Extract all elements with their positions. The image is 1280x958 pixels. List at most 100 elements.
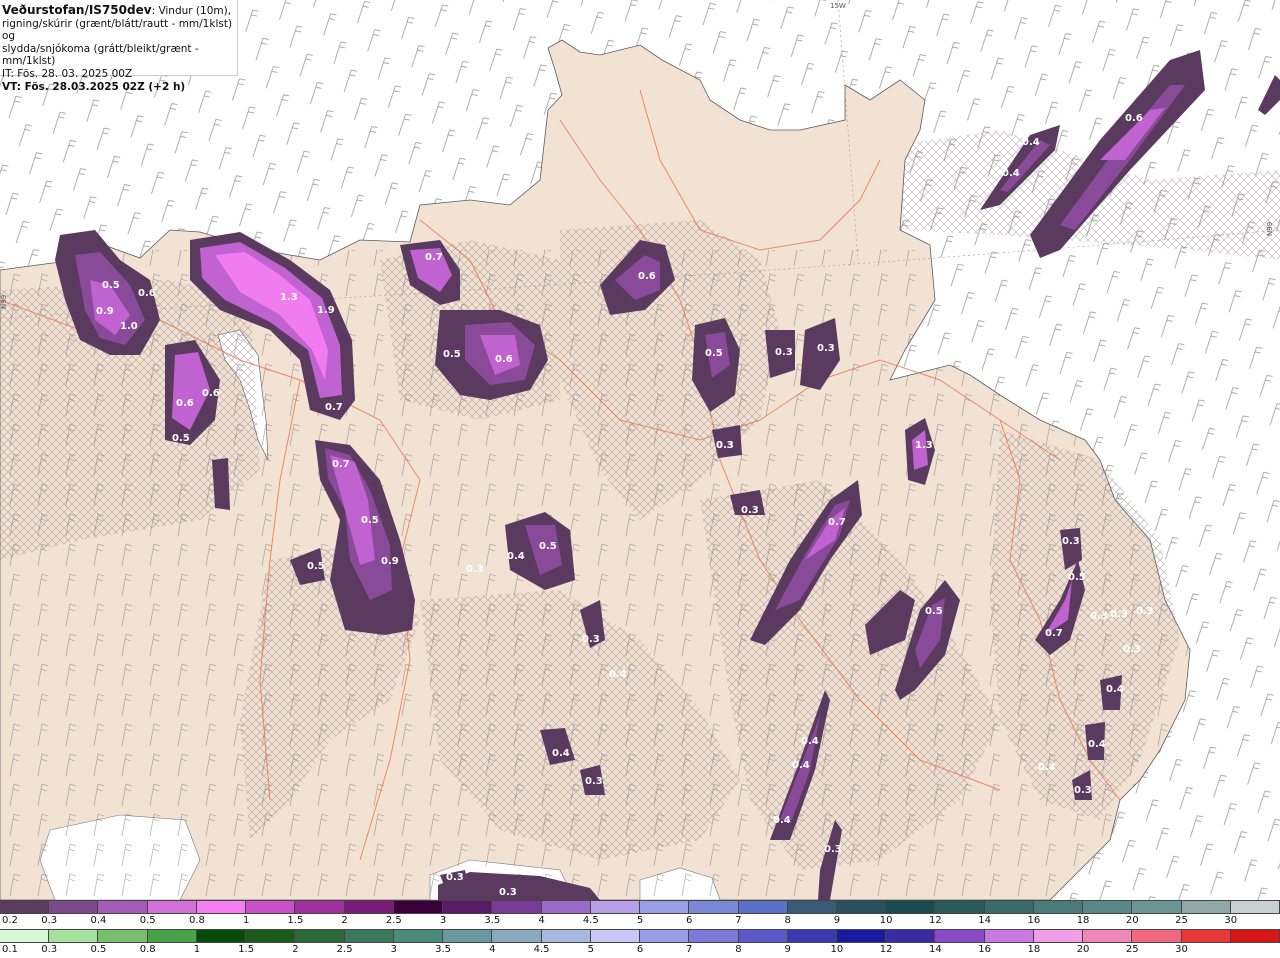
colorbar-tick-label: 1 [193, 944, 201, 955]
colorbar-tick-label: 30 [1224, 915, 1238, 926]
colorbar-swatch [196, 901, 247, 913]
colorbar-tick-label: 9 [784, 944, 791, 955]
snow-colorbar-labels: 0.2 0.3 0.4 0.5 0.8 1 1.5 2 2.5 3 3.5 4 4.5 5 6 7 8 9 10 12… [0, 915, 1280, 929]
precip-value: 0.6 [138, 288, 156, 299]
colorbar-swatch [836, 901, 887, 913]
colorbar-tick-label: 14 [978, 915, 991, 926]
colorbar-tick-label: 20 [1076, 944, 1090, 955]
colorbar-swatch [836, 930, 887, 942]
colorbar-swatch [541, 930, 591, 942]
precip-value: 0.4 [773, 815, 791, 826]
colorbar-tick-label: 3 [439, 915, 447, 926]
rain-colorbar [0, 929, 1280, 943]
colorbar-tick-label: 2 [292, 944, 299, 955]
precip-value: 0.3 [1074, 785, 1092, 796]
precip-value: 0.3 [817, 343, 835, 354]
colorbar-swatch [0, 901, 50, 913]
colorbar-tick-label: 10 [830, 944, 844, 955]
precip-value: 0.6 [176, 398, 194, 409]
precip-value: 0.4 [1106, 684, 1124, 695]
precip-value: 0.3 [446, 872, 464, 883]
colorbar-tick-label: 18 [1027, 944, 1041, 955]
precip-value: 0.4 [801, 736, 819, 747]
precip-value: 0.5 [307, 561, 325, 572]
colorbar-swatch [640, 901, 690, 913]
snow-colorbar [0, 900, 1280, 914]
precip-value: 0.3 [1123, 644, 1141, 655]
colorbar-swatch [98, 930, 148, 942]
precip-value: 0.4 [609, 669, 627, 680]
precip-value: 0.3 [1136, 606, 1154, 617]
colorbar-swatch [393, 930, 444, 942]
colorbar-swatch [246, 901, 296, 913]
colorbar-swatch [689, 901, 739, 913]
grid-label: N99 [0, 295, 8, 309]
colorbar-tick-label: 4.5 [533, 944, 550, 955]
colorbar-swatch [738, 930, 788, 942]
precip-value: 0.3 [716, 440, 734, 451]
precip-value: 0.9 [381, 556, 399, 567]
precip-value: 0.5 [925, 606, 943, 617]
rain-colorbar-labels: 0.1 0.3 0.5 0.8 1 1.5 2 2.5 3 3.5 4 4.5 5 6 7 8 9 10 12 14 1… [0, 944, 1280, 958]
colorbar-tick-label: 12 [879, 944, 893, 955]
colorbar-tick-label: 4.5 [582, 915, 599, 926]
precip-value: 1.3 [915, 440, 933, 451]
grid-label: N99 [1266, 222, 1274, 236]
map-description-line: rigning/skúrir (grænt/blátt/rautt - mm/1… [2, 17, 233, 43]
precip-value: 0.7 [828, 517, 846, 528]
colorbar-swatch [886, 930, 936, 942]
precip-value: 0.4 [1002, 168, 1020, 179]
colorbar-tick-label: 0.8 [139, 944, 156, 955]
colorbar-swatch [246, 930, 296, 942]
precip-value: 0.5 [172, 433, 190, 444]
precip-value: 0.3 [1062, 536, 1080, 547]
precip-value: 0.3 [499, 887, 517, 898]
precip-value: 0.7 [1045, 628, 1063, 639]
grid-label: 15W [830, 2, 846, 10]
precip-value: 0.5 [539, 541, 557, 552]
colorbar-tick-label: 0.2 [2, 915, 18, 926]
precip-value: 1.0 [120, 321, 138, 332]
colorbar-tick-label: 5 [587, 944, 594, 955]
colorbar-swatch [984, 930, 1034, 942]
precip-value: 0.5 [443, 349, 461, 360]
colorbar-swatch [443, 930, 493, 942]
colorbar-tick-label: 16 [978, 944, 991, 955]
colorbar-tick-label: 1 [242, 915, 250, 926]
initial-time: IT: Fös. 28. 03. 2025 00Z [2, 67, 133, 80]
colorbar-tick-label: 25 [1175, 915, 1188, 926]
colorbar-swatch [295, 901, 345, 913]
colorbar-swatch [1181, 930, 1231, 942]
colorbar-tick-label: 4 [489, 944, 496, 955]
colorbar-swatch [1230, 930, 1280, 942]
colorbar-swatch [689, 930, 739, 942]
colorbar-swatch [492, 901, 542, 913]
colorbar-swatch [1132, 930, 1182, 942]
colorbar-tick-label: 8 [784, 915, 791, 926]
precip-value: 0.7 [332, 459, 350, 470]
map-info-box: Veðurstofan/IS750dev: Vindur (10m), rign… [0, 0, 238, 93]
colorbar-swatch [935, 930, 985, 942]
precip-value: 0.3 [775, 347, 793, 358]
colorbar-tick-label: 3.5 [435, 944, 452, 955]
colorbar-tick-label: 10 [879, 915, 893, 926]
colorbar-tick-label: 2.5 [385, 915, 402, 926]
colorbar-swatch [1083, 930, 1133, 942]
colorbar-swatch [935, 901, 985, 913]
colorbar-swatch [787, 930, 837, 942]
colorbar-tick-label: 1.5 [238, 944, 255, 955]
precip-value: 0.5 [102, 280, 120, 291]
colorbar-tick-label: 0.3 [41, 915, 58, 926]
colorbar-swatch [1181, 901, 1231, 913]
colorbar-tick-label: 7 [735, 915, 742, 926]
precip-value: 0.3 [466, 564, 484, 575]
colorbar-tick-label: 0.8 [188, 915, 205, 926]
precip-value: 0.4 [552, 748, 570, 759]
precip-value: 0.3 [1110, 609, 1128, 620]
colorbar-swatch [1132, 901, 1182, 913]
precip-value: 1.3 [280, 292, 298, 303]
colorbar-tick-label: 12 [929, 915, 942, 926]
colorbar-swatch [541, 901, 591, 913]
colorbar-tick-label: 30 [1175, 944, 1188, 955]
colorbar-swatch [0, 930, 50, 942]
